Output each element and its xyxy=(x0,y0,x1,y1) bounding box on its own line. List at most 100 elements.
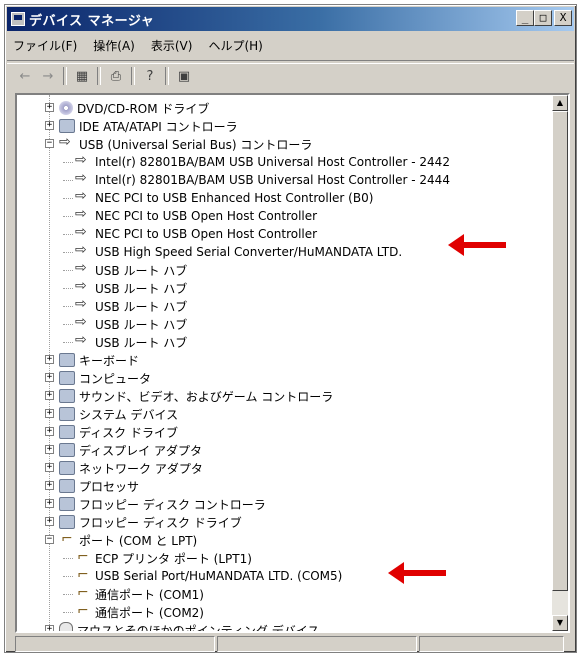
tree-device[interactable]: Intel(r) 82801BA/BAM USB Universal Host … xyxy=(75,170,450,189)
tree-guide-line xyxy=(63,594,73,595)
expand-icon[interactable]: + xyxy=(45,355,54,364)
tree-device[interactable]: USB ルート ハブ xyxy=(75,332,187,351)
scroll-thumb[interactable] xyxy=(552,111,568,591)
tree-category[interactable]: プロセッサ xyxy=(59,477,139,495)
tree-category[interactable]: ネットワーク アダプタ xyxy=(59,459,203,477)
help-icon[interactable]: ? xyxy=(140,66,160,86)
port-icon xyxy=(75,549,91,565)
expand-icon[interactable]: + xyxy=(45,625,54,631)
collapse-icon[interactable]: − xyxy=(45,535,54,544)
menu-action[interactable]: 操作(A) xyxy=(93,37,135,54)
maximize-button[interactable]: □ xyxy=(534,10,552,26)
forward-arrow-icon[interactable]: → xyxy=(38,66,58,86)
tree-item-label: USB (Universal Serial Bus) コントローラ xyxy=(79,137,313,152)
tree-item-label: ディスク ドライブ xyxy=(79,425,178,440)
print-icon[interactable]: ⎙ xyxy=(106,66,126,86)
usb-icon xyxy=(75,332,91,349)
tree-device[interactable]: USB ルート ハブ xyxy=(75,296,188,315)
network-adapter-icon xyxy=(59,461,75,475)
red-arrow-annotation xyxy=(388,562,446,584)
tree-item-label: マウスとそのほかのポインティング デバイス xyxy=(77,623,320,633)
system-device-icon xyxy=(59,407,75,421)
tree-device[interactable]: ECP プリンタ ポート (LPT1) xyxy=(75,549,252,567)
status-cell xyxy=(15,636,215,652)
expand-icon[interactable]: + xyxy=(45,427,54,436)
ide-controller-icon xyxy=(59,119,75,133)
expand-icon[interactable]: + xyxy=(45,481,54,490)
tree-category[interactable]: ポート (COM と LPT) xyxy=(59,531,197,549)
menu-help[interactable]: ヘルプ(H) xyxy=(208,37,262,54)
window-controls: _ □ X xyxy=(516,10,572,26)
tree-device[interactable]: Intel(r) 82801BA/BAM USB Universal Host … xyxy=(75,152,450,171)
tree-item-label: ECP プリンタ ポート (LPT1) xyxy=(95,551,252,566)
usb-icon xyxy=(75,152,91,169)
tree-category[interactable]: ディスプレイ アダプタ xyxy=(59,441,202,459)
dvd-icon xyxy=(59,101,73,115)
title-bar[interactable]: デバイス マネージャ _ □ X xyxy=(7,7,574,31)
tree-category[interactable]: サウンド、ビデオ、およびゲーム コントローラ xyxy=(59,387,333,405)
back-arrow-icon[interactable]: ← xyxy=(15,66,35,86)
status-cell xyxy=(217,636,417,652)
tree-item-label: USB ルート ハブ xyxy=(95,299,188,314)
collapse-icon[interactable]: − xyxy=(45,139,54,148)
properties-icon[interactable]: ▣ xyxy=(174,66,194,86)
tree-guide-line xyxy=(63,306,73,307)
tree-device[interactable]: 通信ポート (COM1) xyxy=(75,585,204,603)
menu-file[interactable]: ファイル(F) xyxy=(13,37,77,54)
usb-icon xyxy=(75,296,91,313)
toolbar-separator xyxy=(63,67,67,85)
scroll-down-button[interactable]: ▼ xyxy=(552,615,568,631)
tree-category[interactable]: コンピュータ xyxy=(59,369,151,387)
tree-category[interactable]: システム デバイス xyxy=(59,405,178,423)
tree-category[interactable]: ディスク ドライブ xyxy=(59,423,178,441)
tree-guide-line xyxy=(63,252,73,253)
menu-view[interactable]: 表示(V) xyxy=(151,37,193,54)
tree-device[interactable]: USB Serial Port/HuMANDATA LTD. (COM5) xyxy=(75,567,342,585)
tree-device[interactable]: 通信ポート (COM2) xyxy=(75,603,204,621)
tree-item-label: Intel(r) 82801BA/BAM USB Universal Host … xyxy=(95,155,450,169)
tree-device[interactable]: NEC PCI to USB Enhanced Host Controller … xyxy=(75,188,374,207)
scroll-up-button[interactable]: ▲ xyxy=(552,95,568,111)
tree-guide-line xyxy=(63,270,73,271)
tree-category[interactable]: DVD/CD-ROM ドライブ xyxy=(59,99,209,117)
tree-item-label: DVD/CD-ROM ドライブ xyxy=(77,101,210,116)
tree-device[interactable]: NEC PCI to USB Open Host Controller xyxy=(75,206,317,225)
expand-icon[interactable]: + xyxy=(45,409,54,418)
processor-icon xyxy=(59,479,75,493)
tree-item-label: プロセッサ xyxy=(79,479,140,494)
expand-icon[interactable]: + xyxy=(45,445,54,454)
tree-category[interactable]: フロッピー ディスク コントローラ xyxy=(59,495,266,513)
minimize-button[interactable]: _ xyxy=(516,10,534,26)
tree-category[interactable]: マウスとそのほかのポインティング デバイス xyxy=(59,621,320,633)
tree-item-label: システム デバイス xyxy=(79,407,179,422)
tree-category[interactable]: キーボード xyxy=(59,351,139,369)
tree-device[interactable]: USB ルート ハブ xyxy=(75,314,187,333)
expand-icon[interactable]: + xyxy=(45,121,54,130)
device-tree[interactable]: + DVD/CD-ROM ドライブ + IDE ATA/ATAPI コントローラ − US… xyxy=(15,93,570,633)
tree-item-label: サウンド、ビデオ、およびゲーム コントローラ xyxy=(79,389,334,404)
toolbar-separator xyxy=(165,67,169,85)
floppy-drive-icon xyxy=(59,515,75,529)
tree-guide-line xyxy=(63,612,73,613)
vertical-scrollbar[interactable]: ▲ ▼ xyxy=(552,95,568,631)
expand-icon[interactable]: + xyxy=(45,373,54,382)
tree-category[interactable]: フロッピー ディスク ドライブ xyxy=(59,513,242,531)
tree-device[interactable]: USB ルート ハブ xyxy=(75,278,187,297)
tree-guide-line xyxy=(63,558,73,559)
expand-icon[interactable]: + xyxy=(45,103,54,112)
tree-item-label: ポート (COM と LPT) xyxy=(79,533,198,548)
expand-icon[interactable]: + xyxy=(45,499,54,508)
close-button[interactable]: X xyxy=(554,10,572,26)
tree-item-label: NEC PCI to USB Enhanced Host Controller … xyxy=(95,191,374,205)
expand-icon[interactable]: + xyxy=(45,391,54,400)
tree-guide-line xyxy=(63,342,73,343)
tree-category[interactable]: IDE ATA/ATAPI コントローラ xyxy=(59,117,238,135)
tree-device[interactable]: USB ルート ハブ xyxy=(75,260,187,279)
tree-category[interactable]: USB (Universal Serial Bus) コントローラ xyxy=(59,134,313,153)
tree-device[interactable]: USB High Speed Serial Converter/HuMANDAT… xyxy=(75,242,402,261)
tree-device[interactable]: NEC PCI to USB Open Host Controller xyxy=(75,224,317,243)
tree-guide-line xyxy=(63,180,73,181)
expand-icon[interactable]: + xyxy=(45,463,54,472)
expand-icon[interactable]: + xyxy=(45,517,54,526)
view-toggle-icon[interactable]: ▦ xyxy=(72,66,92,86)
